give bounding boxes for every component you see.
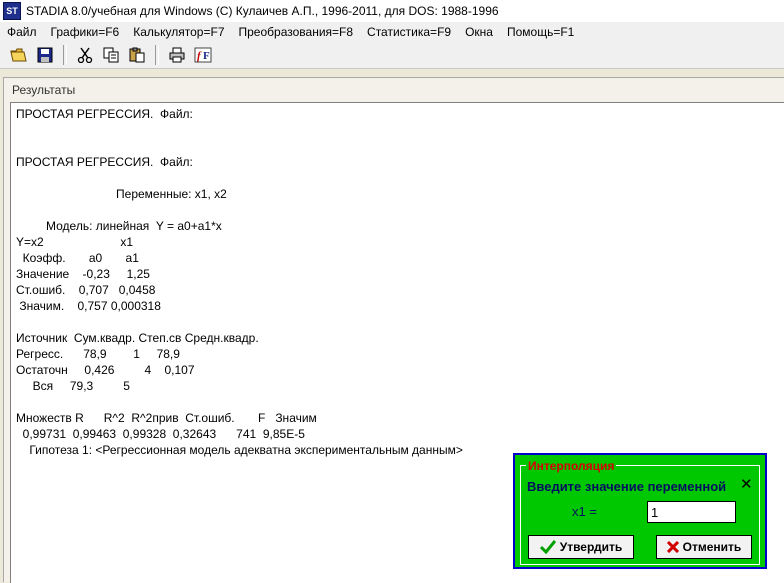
dialog-title: Интерполяция [526,459,617,473]
toolbar: f F [0,42,784,69]
menu-transformations[interactable]: Преобразования=F8 [232,25,361,39]
menu-windows[interactable]: Окна [458,25,500,39]
interpolation-dialog: Интерполяция Введите значение переменной… [513,453,767,569]
paste-button[interactable] [125,43,149,67]
confirm-button[interactable]: Утвердить [528,535,634,559]
x1-value-input[interactable] [647,501,736,523]
confirm-button-label: Утвердить [559,540,623,554]
result-line: Вся 79,3 5 [16,379,130,393]
result-line: Источник Сум.квадр. Степ.св Средн.квадр. [16,331,259,345]
result-line: Y=x2 x1 [16,235,134,249]
result-line: Остаточн 0,426 4 0,107 [16,363,195,377]
open-icon [10,48,27,62]
toolbar-separator [155,45,159,65]
result-line: Ст.ошиб. 0,707 0,0458 [16,283,156,297]
menu-bar: Файл Графики=F6 Калькулятор=F7 Преобразо… [0,22,784,42]
open-button[interactable] [7,43,31,67]
result-line: Значение -0,23 1,25 [16,267,150,281]
print-icon [169,47,185,63]
result-line: 0,99731 0,99463 0,99328 0,32643 741 9,85… [16,427,305,441]
result-line: Гипотеза 1: <Регрессионная модель адеква… [16,443,463,457]
results-window-title[interactable]: Результаты [12,83,75,97]
result-line: Значим. 0,757 0,000318 [16,299,161,313]
cut-button[interactable] [73,43,97,67]
save-button[interactable] [33,43,57,67]
app-icon[interactable]: ST [3,2,21,20]
result-line: Коэфф. a0 a1 [16,251,139,265]
result-line: ПРОСТАЯ РЕГРЕССИЯ. Файл: [16,155,193,169]
menu-help[interactable]: Помощь=F1 [500,25,581,39]
result-line: Модель: линейная Y = a0+a1*x [16,219,222,233]
print-button[interactable] [165,43,189,67]
cancel-button-label: Отменить [682,540,742,554]
window-title: STADIA 8.0/учебная для Windows (С) Кулаи… [26,4,499,18]
checkmark-icon [539,540,556,554]
x1-field-label: x1 = [572,504,597,519]
font-button[interactable]: f F [191,43,215,67]
svg-text:F: F [203,50,210,62]
menu-calculator[interactable]: Калькулятор=F7 [126,25,231,39]
menu-statistics[interactable]: Статистика=F9 [360,25,458,39]
menu-file[interactable]: Файл [0,25,44,39]
save-icon [37,47,53,63]
copy-icon [103,47,119,63]
paste-icon [129,47,145,63]
copy-button[interactable] [99,43,123,67]
cancel-button[interactable]: Отменить [656,535,752,559]
menu-graphics[interactable]: Графики=F6 [44,25,127,39]
result-line: Множеств R R^2 R^2прив Ст.ошиб. F Значим [16,411,317,425]
cross-icon [666,541,679,553]
font-icon: f F [194,47,212,63]
title-bar: ST STADIA 8.0/учебная для Windows (С) Ку… [0,0,784,23]
dialog-prompt: Введите значение переменной [527,479,727,494]
toolbar-separator [63,45,67,65]
result-line: ПРОСТАЯ РЕГРЕССИЯ. Файл: [16,107,193,121]
result-line: Регресс. 78,9 1 78,9 [16,347,180,361]
close-icon[interactable]: ✕ [740,477,753,493]
cut-icon [77,47,93,63]
result-line: Переменные: x1, x2 [16,187,227,201]
